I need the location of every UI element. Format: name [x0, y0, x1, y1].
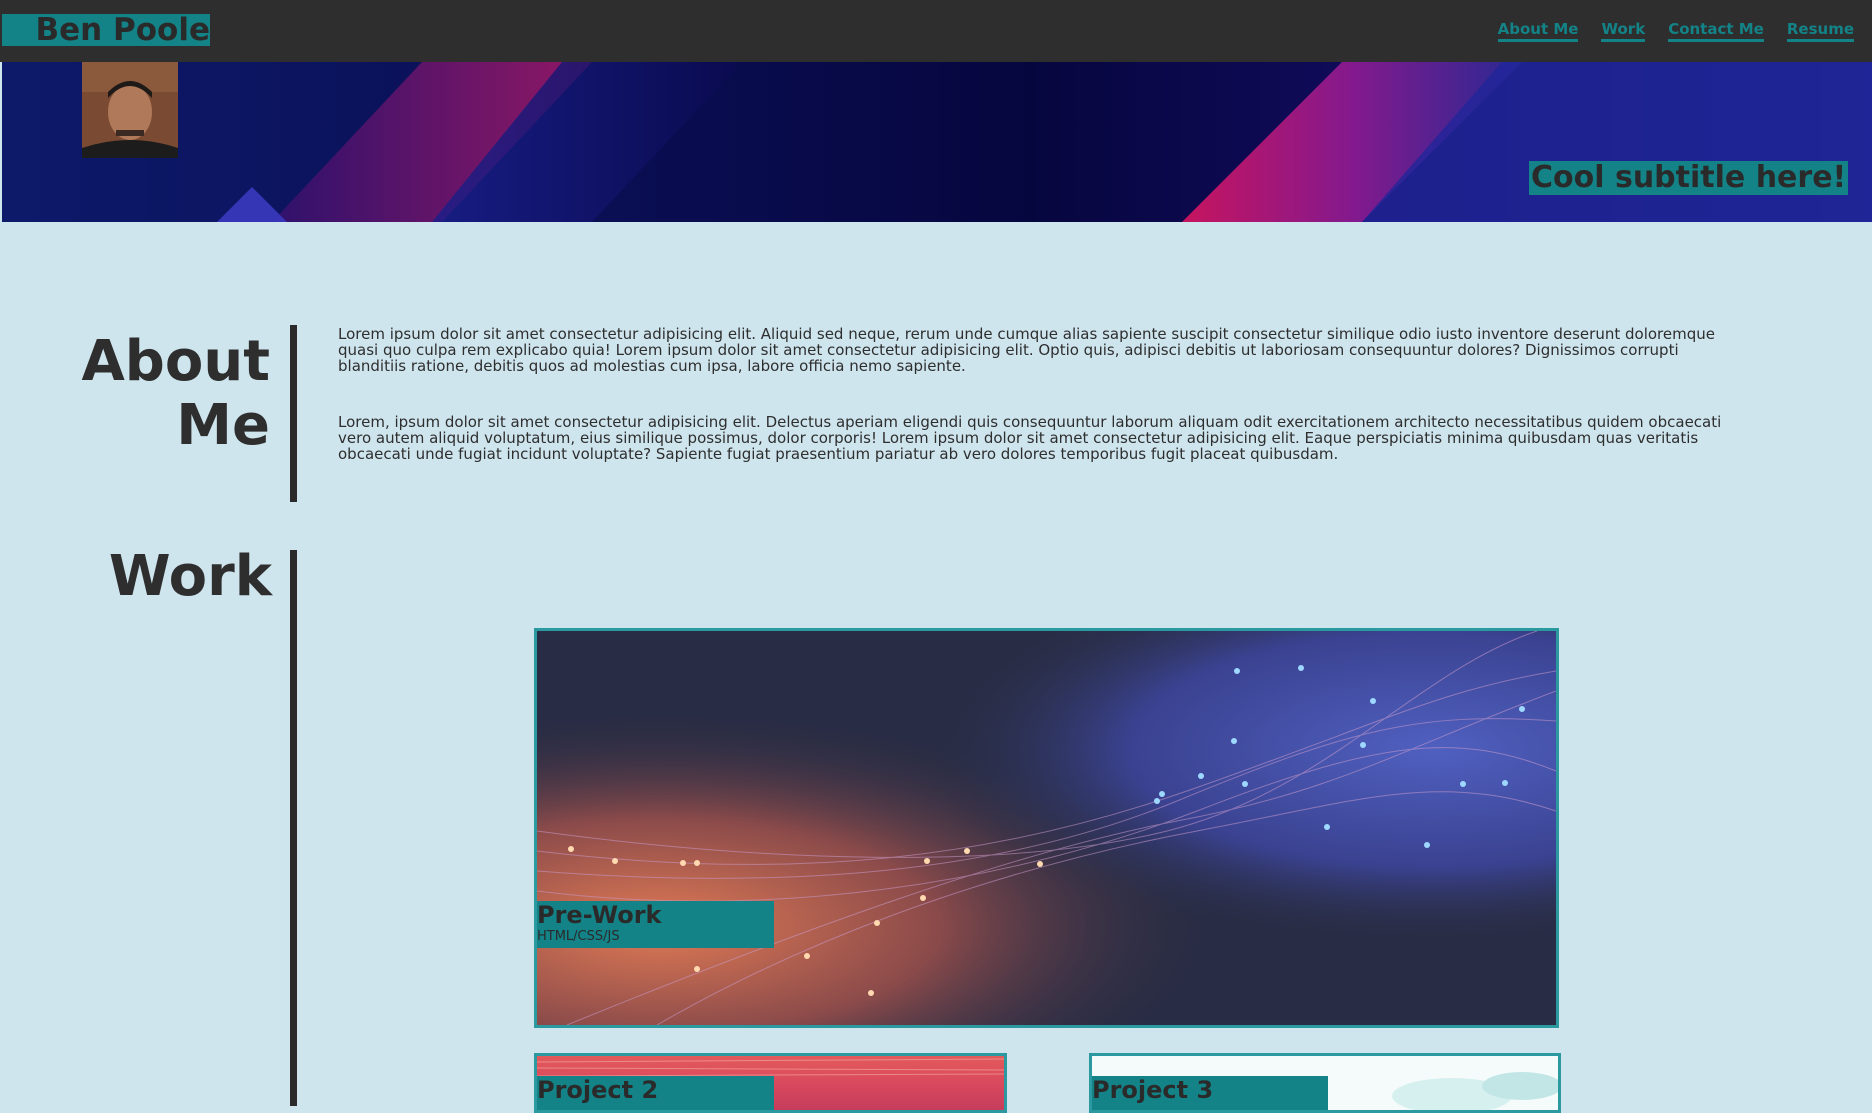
work-section-title: Work	[108, 544, 272, 609]
nav-work[interactable]: Work	[1601, 20, 1646, 42]
about-title-line1: About	[81, 329, 270, 394]
main-nav: About Me Work Contact Me Resume	[1497, 20, 1854, 42]
project-title-2: Project 2	[537, 1076, 659, 1104]
hero-banner	[2, 62, 1872, 222]
project-title-prework: Pre-Work	[537, 901, 662, 929]
about-paragraph-1: Lorem ipsum dolor sit amet consectetur a…	[338, 325, 1715, 375]
hero-subtitle: Cool subtitle here!	[1529, 160, 1849, 195]
profile-photo-graphic	[82, 62, 178, 158]
top-nav-bar: Ben Poole About Me Work Contact Me Resum…	[0, 0, 1872, 62]
nav-resume[interactable]: Resume	[1786, 20, 1854, 42]
hero-background-graphic	[217, 62, 1872, 222]
project-label-2: Project 2	[537, 1076, 774, 1110]
project-card-prework[interactable]: Pre-Work HTML/CSS/JS	[534, 628, 1559, 1028]
about-title-line2: Me	[176, 393, 270, 458]
project-prework-image	[537, 631, 1556, 1025]
work-divider	[290, 550, 297, 1106]
site-brand[interactable]: Ben Poole	[2, 14, 210, 46]
project-card-3[interactable]: Project 3	[1089, 1053, 1561, 1113]
about-section-title: About Me	[80, 330, 270, 458]
nav-about-me[interactable]: About Me	[1497, 20, 1579, 42]
about-divider	[290, 325, 297, 502]
profile-photo	[82, 62, 178, 158]
nav-contact-me[interactable]: Contact Me	[1668, 20, 1764, 42]
project-card-2[interactable]: Project 2	[534, 1053, 1007, 1113]
project-subtitle-prework: HTML/CSS/JS	[537, 929, 620, 944]
project-title-3: Project 3	[1092, 1076, 1214, 1104]
project-label-prework: Pre-Work HTML/CSS/JS	[537, 901, 774, 948]
project-label-3: Project 3	[1092, 1076, 1328, 1110]
about-paragraph-2: Lorem, ipsum dolor sit amet consectetur …	[338, 413, 1722, 463]
